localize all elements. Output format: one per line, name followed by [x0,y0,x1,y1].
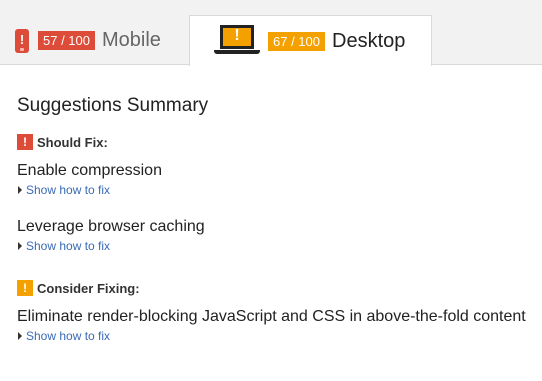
mobile-score-badge: 57 / 100 [38,30,95,50]
consider-fixing-group: ! Consider Fixing: Eliminate render-bloc… [17,280,532,344]
tab-mobile-label: Mobile [102,29,161,51]
desktop-score-badge: 67 / 100 [268,31,325,51]
rule-item: Enable compression Show how to fix [17,161,532,198]
phone-warning-icon: ! [15,29,29,53]
caret-right-icon [18,332,22,340]
tab-desktop-label: Desktop [332,30,406,52]
show-how-to-fix-label: Show how to fix [26,329,111,343]
suggestions-summary: Suggestions Summary ! Should Fix: Enable… [17,94,532,344]
caret-right-icon [18,186,22,194]
should-fix-group: ! Should Fix: Enable compression Show ho… [17,134,532,254]
rule-item: Leverage browser caching Show how to fix [17,217,532,254]
orange-warning-icon: ! [17,280,33,296]
show-how-to-fix-label: Show how to fix [26,183,111,197]
should-fix-header: ! Should Fix: [17,134,532,150]
red-warning-icon: ! [17,134,33,150]
consider-fixing-heading: Consider Fixing: [37,280,140,296]
show-how-to-fix-link[interactable]: Show how to fix [17,182,532,198]
rule-title: Leverage browser caching [17,218,205,235]
rule-title: Enable compression [17,162,162,179]
show-how-to-fix-link[interactable]: Show how to fix [17,238,532,254]
caret-right-icon [18,242,22,250]
consider-fixing-header: ! Consider Fixing: [17,280,532,296]
laptop-warning-icon: ! [214,25,260,57]
show-how-to-fix-label: Show how to fix [26,239,111,253]
tab-desktop[interactable]: ! 67 / 100 Desktop [189,15,432,66]
device-tab-bar: ! 57 / 100 Mobile ! 67 / 100 Desktop [0,0,542,66]
tab-mobile[interactable]: ! 57 / 100 Mobile [0,15,189,65]
summary-title: Suggestions Summary [17,95,209,116]
rule-item: Eliminate render-blocking JavaScript and… [17,307,532,344]
show-how-to-fix-link[interactable]: Show how to fix [17,328,532,344]
should-fix-heading: Should Fix: [37,134,108,150]
rule-title: Eliminate render-blocking JavaScript and… [17,308,526,325]
pagespeed-results-page: ! 57 / 100 Mobile ! 67 / 100 Desktop Sug… [0,0,542,381]
